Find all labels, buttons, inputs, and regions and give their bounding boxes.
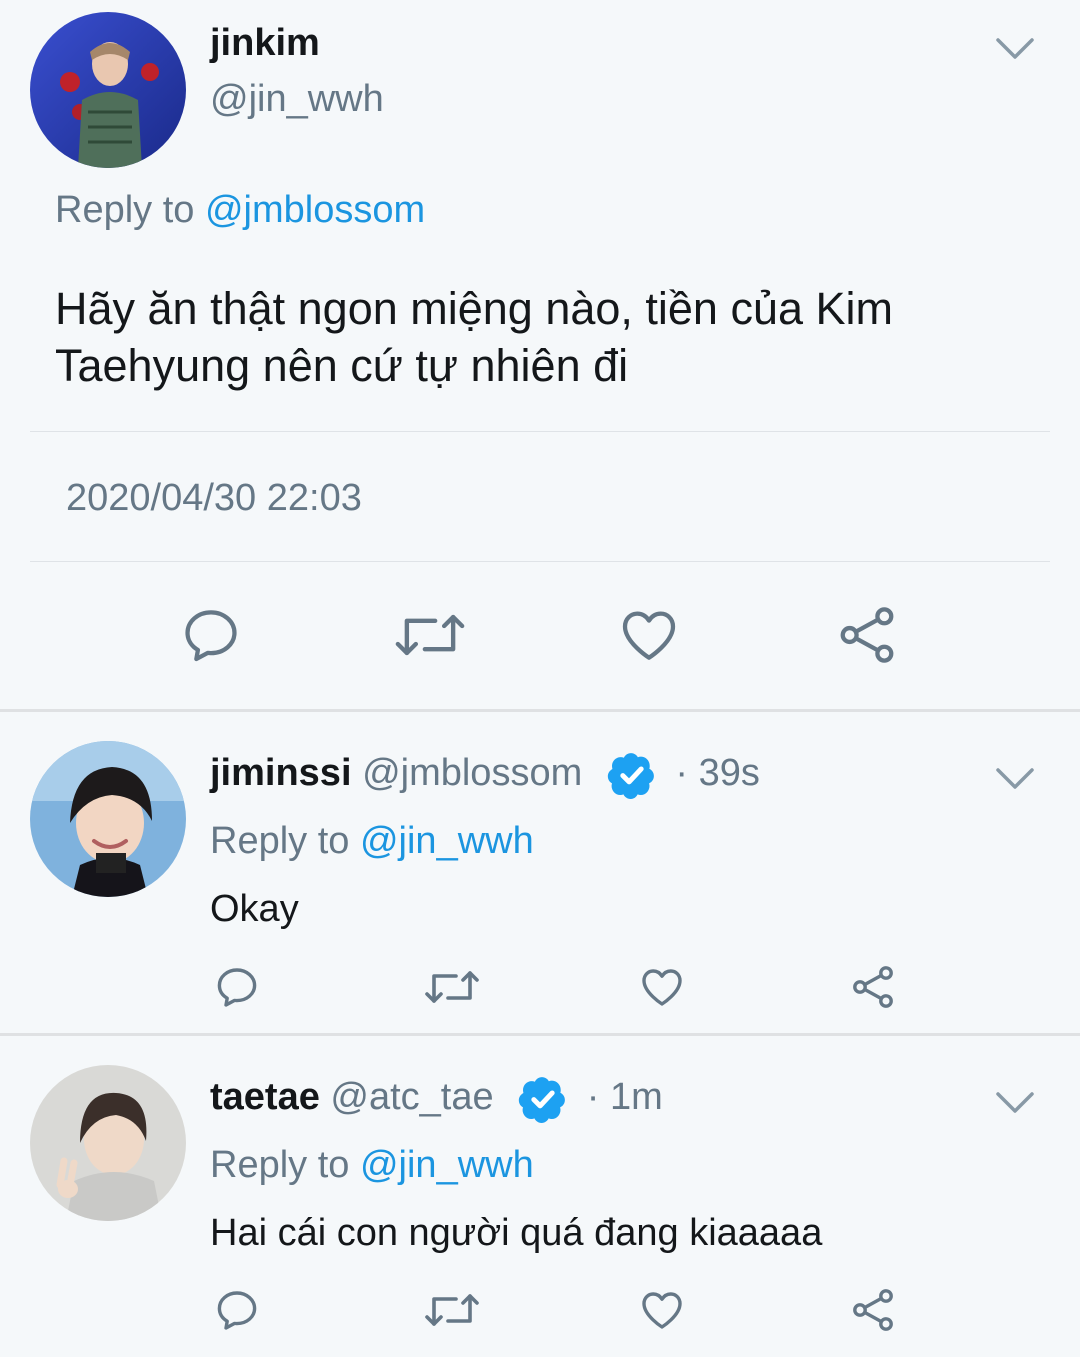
share-button[interactable] — [848, 1285, 898, 1335]
reply-context: Reply to @jin_wwh — [210, 820, 534, 863]
chevron-down-icon[interactable] — [995, 766, 1035, 792]
retweet-icon — [395, 614, 465, 656]
divider — [30, 561, 1050, 562]
reply-context: Reply to @jmblossom — [55, 189, 425, 232]
reply-header: jiminssi @jmblossom · 39s — [210, 750, 760, 800]
tweet-timestamp: 2020/04/30 22:03 — [66, 477, 362, 519]
reply-context: Reply to @jin_wwh — [210, 1144, 534, 1187]
share-icon — [853, 966, 893, 1008]
reply-icon — [217, 968, 257, 1007]
tweet-text-line-2: Taehyung nên cứ tự nhiên đi — [55, 340, 629, 391]
section-separator — [0, 709, 1080, 712]
display-name[interactable]: jiminssi — [210, 752, 352, 794]
like-button[interactable] — [637, 1285, 687, 1335]
share-icon — [840, 607, 894, 663]
tweet-text: Hai cái con người quá đang kiaaaaa — [210, 1212, 823, 1254]
share-button[interactable] — [848, 962, 898, 1012]
retweet-icon — [425, 971, 479, 1003]
display-name[interactable]: jinkim — [210, 22, 320, 65]
tweet-text: Okay — [210, 888, 299, 930]
avatar-taetae[interactable] — [30, 1065, 186, 1221]
reply-prefix: Reply to — [210, 820, 350, 862]
divider — [30, 431, 1050, 432]
reply-to-link[interactable]: @jmblossom — [205, 189, 425, 231]
avatar-jinkim[interactable] — [30, 12, 186, 168]
like-button[interactable] — [637, 962, 687, 1012]
reply-to-link[interactable]: @jin_wwh — [360, 820, 534, 862]
reply-prefix: Reply to — [55, 189, 195, 231]
verified-badge-icon — [519, 1077, 566, 1123]
share-icon — [853, 1289, 893, 1331]
tweet-time[interactable]: · 1m — [587, 1076, 663, 1118]
handle[interactable]: @jin_wwh — [210, 78, 384, 121]
retweet-button[interactable] — [394, 600, 466, 670]
tweet-text-line-1: Hãy ăn thật ngon miệng nào, tiền của Kim — [55, 283, 894, 334]
verified-badge-icon — [607, 753, 654, 799]
reply-button[interactable] — [212, 1285, 262, 1335]
heart-icon — [622, 611, 676, 660]
reply-prefix: Reply to — [210, 1144, 350, 1186]
handle[interactable]: @atc_tae — [330, 1076, 493, 1118]
section-separator — [0, 1033, 1080, 1036]
display-name[interactable]: taetae — [210, 1076, 320, 1118]
reply-icon — [185, 610, 237, 662]
heart-icon — [642, 969, 682, 1006]
reply-icon — [217, 1291, 257, 1330]
reply-button[interactable] — [212, 962, 262, 1012]
reply-button[interactable] — [176, 600, 246, 670]
chevron-down-icon[interactable] — [995, 1090, 1035, 1116]
reply-header: taetae @atc_tae · 1m — [210, 1074, 663, 1124]
retweet-icon — [425, 1294, 479, 1326]
share-button[interactable] — [832, 600, 902, 670]
retweet-button[interactable] — [424, 962, 480, 1012]
like-button[interactable] — [614, 600, 684, 670]
chevron-down-icon[interactable] — [995, 36, 1035, 62]
heart-icon — [642, 1292, 682, 1329]
tweet-time[interactable]: · 39s — [675, 752, 759, 794]
reply-to-link[interactable]: @jin_wwh — [360, 1144, 534, 1186]
avatar-jiminssi[interactable] — [30, 741, 186, 897]
handle[interactable]: @jmblossom — [362, 752, 582, 794]
retweet-button[interactable] — [424, 1285, 480, 1335]
